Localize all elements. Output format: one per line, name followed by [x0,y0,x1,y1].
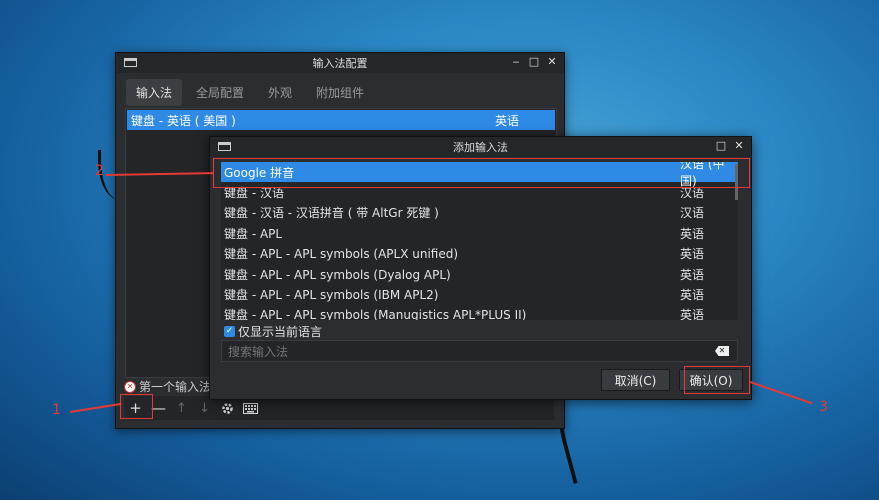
input-method-language: 英语 [680,308,705,320]
input-method-language: 英语 [680,288,705,303]
config-window-title: 输入法配置 [312,57,368,70]
input-method-language: 汉语 [680,206,705,221]
gear-icon[interactable] [216,397,239,419]
error-icon: ✕ [124,380,136,393]
cancel-button[interactable]: 取消(C) [601,369,670,391]
input-method-name: 键盘 - APL - APL symbols (Dyalog APL) [224,267,451,282]
maximize-icon[interactable]: □ [528,55,540,68]
dialog-title: 添加输入法 [453,141,508,154]
list-item[interactable]: 键盘 - APL - APL symbols (IBM APL2) 英语 [221,284,738,304]
list-item[interactable]: 键盘 - 汉语 - 汉语拼音 ( 带 AltGr 死键 ) 汉语 [221,203,738,223]
tab-addons[interactable]: 附加组件 [306,79,374,106]
list-item[interactable]: 键盘 - APL - APL symbols (Manugistics APL*… [221,305,738,320]
tab-global-config[interactable]: 全局配置 [186,79,254,106]
checkbox-checked-icon: ✓ [224,326,235,337]
dialog-titlebar[interactable]: 添加输入法 □ ✕ [210,137,751,157]
close-icon[interactable]: ✕ [546,55,558,68]
window-icon [218,142,231,151]
annotation-line-3 [749,381,813,404]
input-method-language: 英语 [495,113,520,128]
input-method-name: 键盘 - APL - APL symbols (Manugistics APL*… [224,308,527,320]
checkbox-label: 仅显示当前语言 [238,325,323,339]
list-item[interactable]: 键盘 - 英语 ( 美国 ) 英语 [127,110,555,130]
config-titlebar[interactable]: 输入法配置 ‒ □ ✕ [116,53,564,73]
tab-appearance[interactable]: 外观 [258,79,302,106]
annotation-box-ok-button [684,366,750,394]
maximize-icon[interactable]: □ [715,139,727,152]
clear-icon[interactable]: ✕ [715,346,729,356]
annotation-line-1 [69,402,122,413]
annotation-box-selected-row [213,158,750,188]
input-method-name: 键盘 - APL - APL symbols (APLX unified) [224,247,459,262]
show-current-language-checkbox[interactable]: ✓ 仅显示当前语言 [224,323,322,340]
keyboard-icon[interactable] [239,397,262,419]
annotation-label-1: 1 [52,402,61,418]
tab-input-method[interactable]: 输入法 [126,79,183,106]
hint-text: 第一个输入法 [139,380,212,394]
window-icon [124,58,137,67]
list-item[interactable]: 键盘 - APL 英语 [221,223,738,243]
first-input-method-hint: ✕ 第一个输入法 [124,378,211,395]
input-method-language: 英语 [680,226,705,241]
list-item[interactable]: 键盘 - APL - APL symbols (APLX unified) 英语 [221,244,738,264]
close-icon[interactable]: ✕ [733,139,745,152]
config-tabs: 输入法 全局配置 外观 附加组件 [126,79,374,106]
search-field: ✕ [221,340,738,362]
input-method-name: 键盘 - 英语 ( 美国 ) [131,113,236,128]
minimize-icon[interactable]: ‒ [510,55,522,68]
annotation-label-3: 3 [819,399,828,415]
annotation-label-2: 2 [95,163,104,179]
move-down-button[interactable]: ↓ [193,397,216,419]
annotation-box-add-button [120,394,153,419]
input-method-name: 键盘 - APL [224,226,283,241]
input-method-name: 键盘 - APL - APL symbols (IBM APL2) [224,288,439,303]
input-method-language: 英语 [680,247,705,262]
search-input[interactable] [226,343,700,361]
list-item[interactable]: 键盘 - APL - APL symbols (Dyalog APL) 英语 [221,264,738,284]
input-method-name: 键盘 - 汉语 - 汉语拼音 ( 带 AltGr 死键 ) [224,206,439,221]
move-up-button[interactable]: ↑ [170,397,193,419]
input-method-language: 英语 [680,267,705,282]
